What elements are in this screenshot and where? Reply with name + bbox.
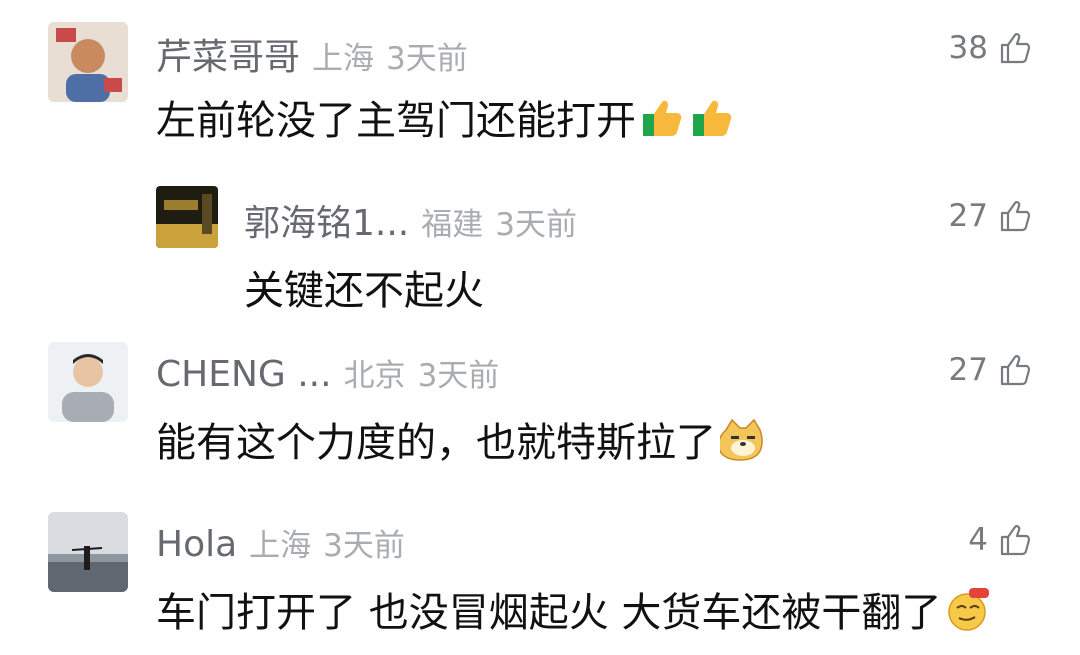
comment-author[interactable]: 郭海铭1... (244, 194, 409, 246)
thumbs-up-emoji (643, 100, 682, 136)
comment-author[interactable]: 芹菜哥哥 (156, 28, 300, 80)
comment-location: 上海 (312, 41, 375, 77)
thumbs-up-outline-icon (1000, 201, 1031, 232)
comment-location: 上海 (249, 528, 312, 564)
like-count: 27 (948, 352, 988, 388)
avatar[interactable] (48, 342, 128, 422)
comment-time: 3天前 (495, 207, 577, 243)
avatar[interactable] (48, 22, 128, 102)
like-count: 38 (948, 30, 988, 66)
thumbs-up-outline-icon (1000, 525, 1031, 556)
comment-text: 左前轮没了主驾门还能打开 (156, 98, 636, 144)
comment-time: 3天前 (323, 528, 405, 564)
like-button[interactable]: 4 (968, 522, 1032, 558)
comment-time: 3天前 (417, 358, 500, 394)
like-button[interactable]: 38 (949, 30, 1032, 66)
doge-emoji (720, 418, 763, 461)
like-count: 4 (968, 522, 988, 558)
like-count: 27 (948, 198, 988, 234)
comment-author[interactable]: Hola (156, 524, 237, 565)
thumbs-up-emoji (693, 100, 732, 136)
comment-text: 车门打开了 也没冒烟起火 大货车还被干翻了 (156, 590, 942, 636)
like-button[interactable]: 27 (949, 352, 1032, 388)
comment-location: 北京 (343, 358, 406, 394)
comment-author[interactable]: CHENG ... (156, 354, 332, 395)
comment-location: 福建 (421, 207, 484, 243)
comment-text: 能有这个力度的，也就特斯拉了 (156, 420, 716, 466)
comment-time: 3天前 (386, 41, 468, 77)
avatar[interactable] (48, 512, 128, 592)
avatar[interactable] (156, 186, 218, 248)
like-button[interactable]: 27 (949, 198, 1032, 234)
thumbs-up-outline-icon (1000, 33, 1031, 64)
666-emoji (948, 588, 990, 631)
thumbs-up-outline-icon (1000, 355, 1031, 386)
comment-text: 关键还不起火 (244, 268, 484, 314)
